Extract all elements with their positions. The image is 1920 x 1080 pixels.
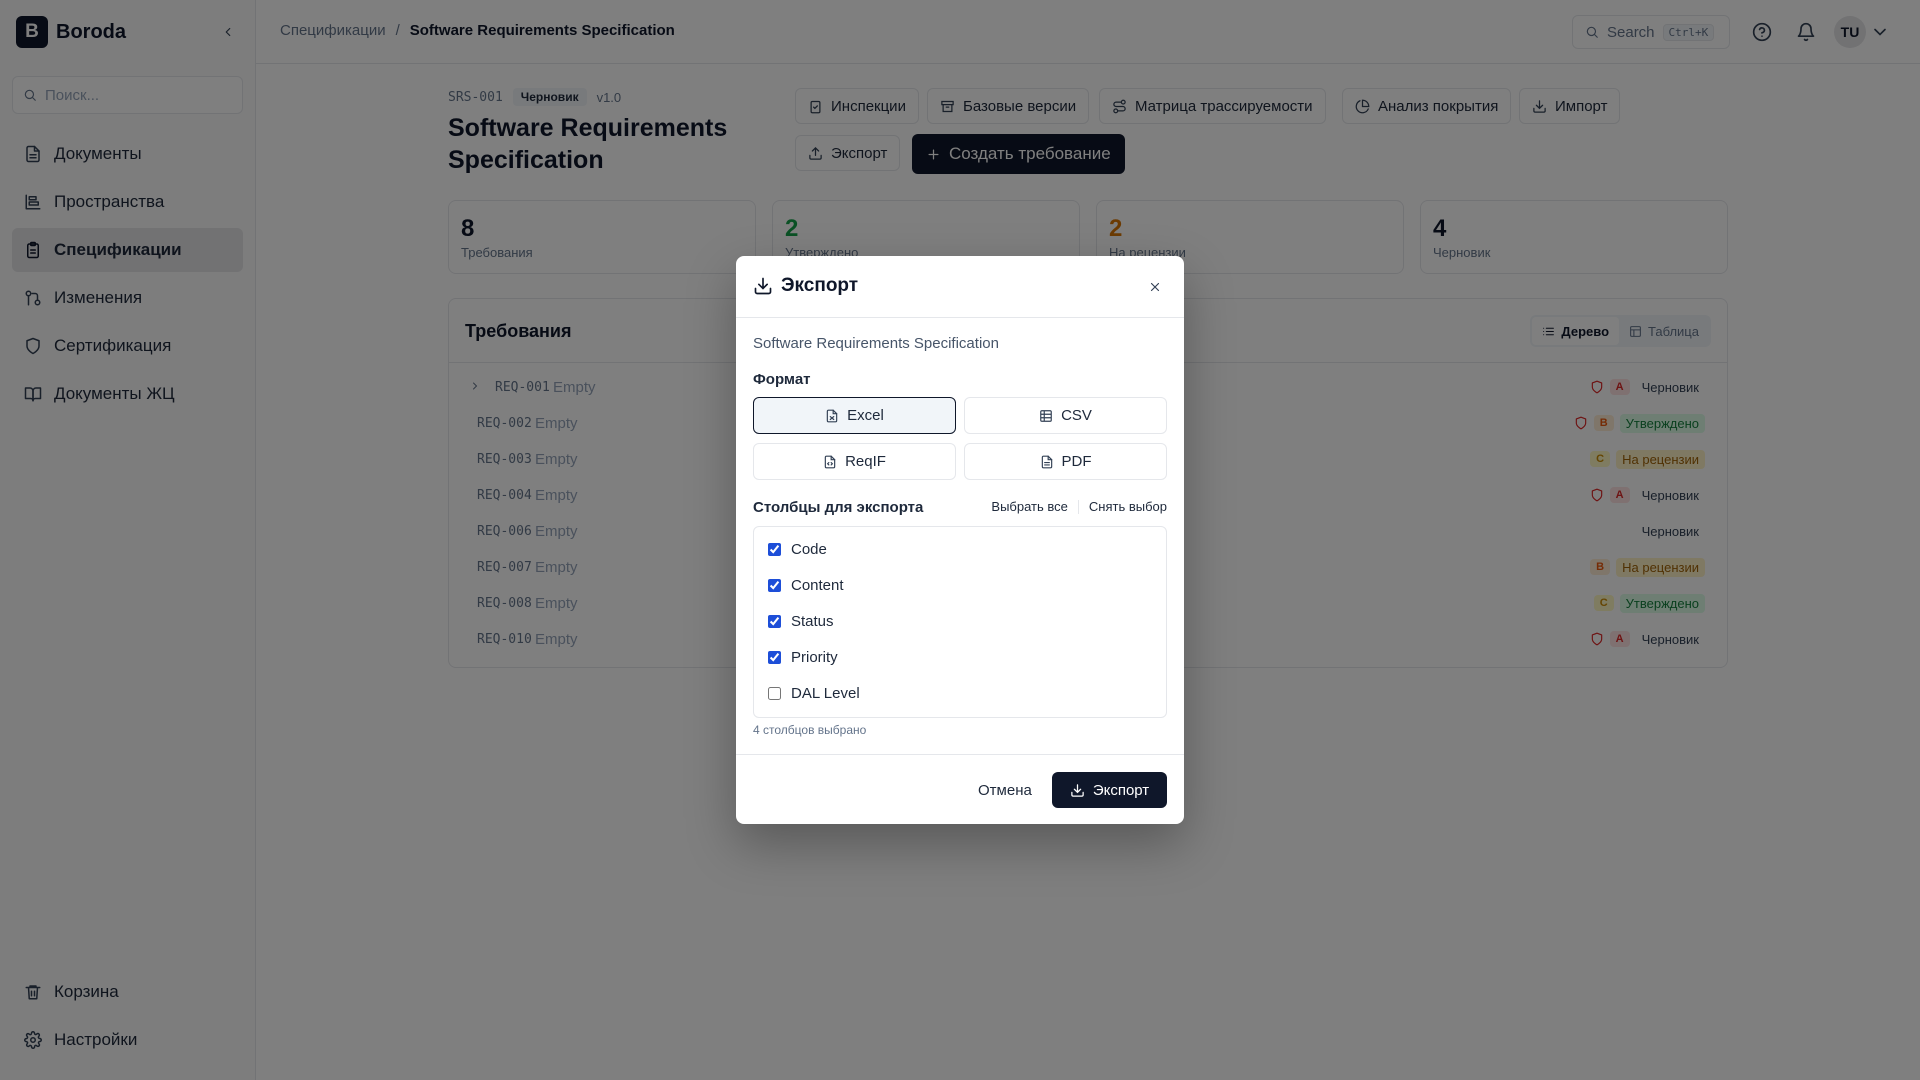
dialog-title-text: Экспорт (781, 275, 859, 296)
table-icon (1040, 409, 1052, 422)
export-button[interactable]: Экспорт (1052, 772, 1167, 808)
column-label: Priority (791, 649, 838, 666)
format-label-text: ReqIF (845, 453, 886, 470)
export-button-label: Экспорт (1092, 781, 1150, 799)
cancel-button[interactable]: Отмена (966, 772, 1044, 808)
column-checkbox[interactable] (768, 651, 781, 664)
columns-list: Code Content Status Priority DAL Level (753, 526, 1167, 718)
format-label: Формат (753, 371, 811, 388)
column-checkbox[interactable] (768, 543, 781, 556)
dialog-footer: Отмена Экспорт (736, 754, 1184, 824)
format-pdf-button[interactable]: PDF (964, 443, 1167, 480)
column-option-priority[interactable]: Priority (768, 649, 838, 666)
dialog-title: Экспорт (753, 275, 858, 297)
column-option-dal-level[interactable]: DAL Level (768, 685, 860, 702)
column-checkbox[interactable] (768, 579, 781, 592)
column-option-code[interactable]: Code (768, 541, 827, 558)
divider (1077, 499, 1079, 514)
close-icon (1150, 282, 1160, 292)
download-icon (754, 277, 772, 295)
format-label-text: CSV (1061, 407, 1092, 424)
selected-columns-count: 4 столбцов выбрано (753, 723, 867, 737)
deselect-all-button[interactable]: Снять выбор (1089, 499, 1167, 514)
export-dialog: Экспорт Software Requirements Specificat… (736, 256, 1184, 824)
format-csv-button[interactable]: CSV (964, 397, 1167, 434)
dialog-header: Экспорт (736, 256, 1184, 318)
column-label: Content (791, 577, 844, 594)
column-actions: Выбрать все Снять выбор (991, 499, 1167, 514)
format-label-text: PDF (1061, 453, 1092, 470)
column-option-content[interactable]: Content (768, 577, 844, 594)
columns-label: Столбцы для экспорта (753, 499, 924, 516)
format-reqif-button[interactable]: ReqIF (753, 443, 956, 480)
file-text-icon (1041, 455, 1052, 468)
column-label: Status (791, 613, 834, 630)
download-icon (1071, 783, 1084, 797)
select-all-button[interactable]: Выбрать все (991, 499, 1067, 514)
dialog-doc-name: Software Requirements Specification (753, 335, 999, 352)
file-icon (826, 409, 838, 422)
format-excel-button[interactable]: Excel (753, 397, 956, 434)
format-label-text: Excel (847, 407, 884, 424)
column-label: Code (791, 541, 827, 558)
file-code-icon (824, 455, 836, 468)
column-checkbox[interactable] (768, 687, 781, 700)
column-option-status[interactable]: Status (768, 613, 834, 630)
column-label: DAL Level (791, 685, 860, 702)
column-checkbox[interactable] (768, 615, 781, 628)
close-button[interactable] (1146, 278, 1164, 296)
